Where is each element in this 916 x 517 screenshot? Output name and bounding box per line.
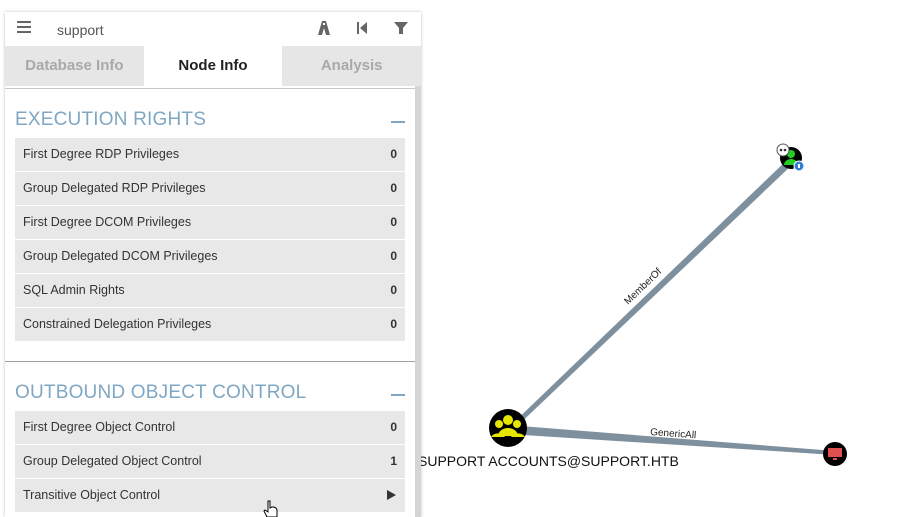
- tab-database-info[interactable]: Database Info: [5, 46, 144, 86]
- row-count: 0: [390, 249, 397, 263]
- edge-genericall[interactable]: GenericAll: [508, 425, 835, 455]
- list-item[interactable]: First Degree RDP Privileges 0: [15, 138, 405, 172]
- row-count: 0: [390, 283, 397, 297]
- computer-node-icon[interactable]: [823, 442, 847, 466]
- list-item[interactable]: Group Delegated DCOM Privileges 0: [15, 240, 405, 274]
- tab-node-info[interactable]: Node Info: [143, 46, 283, 86]
- back-icon[interactable]: [354, 20, 372, 36]
- row-label: First Degree RDP Privileges: [23, 147, 180, 161]
- row-label: Transitive Object Control: [23, 488, 161, 502]
- row-label: Group Delegated RDP Privileges: [23, 181, 206, 195]
- row-count: 0: [390, 420, 397, 434]
- list-item[interactable]: First Degree DCOM Privileges 0: [15, 206, 405, 240]
- section-title: OUTBOUND OBJECT CONTROL: [15, 382, 307, 403]
- list-item[interactable]: Constrained Delegation Privileges 0: [15, 308, 405, 342]
- row-label: First Degree Object Control: [23, 420, 176, 434]
- scrollbar[interactable]: [415, 86, 421, 517]
- row-label: First Degree DCOM Privileges: [23, 215, 192, 229]
- row-label: Group Delegated DCOM Privileges: [23, 249, 218, 263]
- group-node-icon[interactable]: [489, 409, 527, 447]
- collapse-icon[interactable]: [391, 394, 405, 396]
- row-count: 0: [390, 147, 397, 161]
- node-info-content: EXECUTION RIGHTS First Degree RDP Privil…: [5, 88, 415, 517]
- list-item[interactable]: Group Delegated RDP Privileges 0: [15, 172, 405, 206]
- row-count: 0: [390, 215, 397, 229]
- collapse-icon[interactable]: [391, 121, 405, 123]
- row-label: SQL Admin Rights: [23, 283, 125, 297]
- row-label: Group Delegated Object Control: [23, 454, 202, 468]
- row-count: 1: [390, 454, 397, 468]
- execution-rights-list: First Degree RDP Privileges 0 Group Dele…: [15, 138, 405, 342]
- hamburger-menu-icon[interactable]: [17, 21, 31, 35]
- pathfinding-icon[interactable]: [315, 20, 333, 36]
- info-panel: Database Info Node Info Analysis EXECUTI…: [5, 12, 421, 517]
- group-node-label: SUPPORT ACCOUNTS@SUPPORT.HTB: [418, 453, 679, 469]
- row-count: 0: [390, 317, 397, 331]
- expand-arrow-icon[interactable]: [387, 490, 396, 500]
- list-item[interactable]: Group Delegated Object Control 1: [15, 445, 405, 479]
- filter-icon[interactable]: [392, 20, 410, 36]
- section-divider: [5, 361, 415, 362]
- hand-cursor-icon: [263, 500, 278, 517]
- tab-bar: Database Info Node Info Analysis: [5, 46, 421, 86]
- search-input[interactable]: [55, 19, 299, 41]
- tab-analysis[interactable]: Analysis: [282, 46, 421, 86]
- edge-memberof[interactable]: MemberOf: [508, 158, 794, 431]
- outbound-control-header[interactable]: OUTBOUND OBJECT CONTROL: [15, 380, 405, 410]
- execution-rights-header[interactable]: EXECUTION RIGHTS: [15, 107, 405, 137]
- search-bar: [5, 12, 421, 46]
- list-item[interactable]: Transitive Object Control: [15, 479, 405, 513]
- outbound-control-list: First Degree Object Control 0 Group Dele…: [15, 411, 405, 513]
- row-count: 0: [390, 181, 397, 195]
- list-item[interactable]: SQL Admin Rights 0: [15, 274, 405, 308]
- row-label: Constrained Delegation Privileges: [23, 317, 212, 331]
- list-item[interactable]: First Degree Object Control 0: [15, 411, 405, 445]
- section-title: EXECUTION RIGHTS: [15, 109, 207, 130]
